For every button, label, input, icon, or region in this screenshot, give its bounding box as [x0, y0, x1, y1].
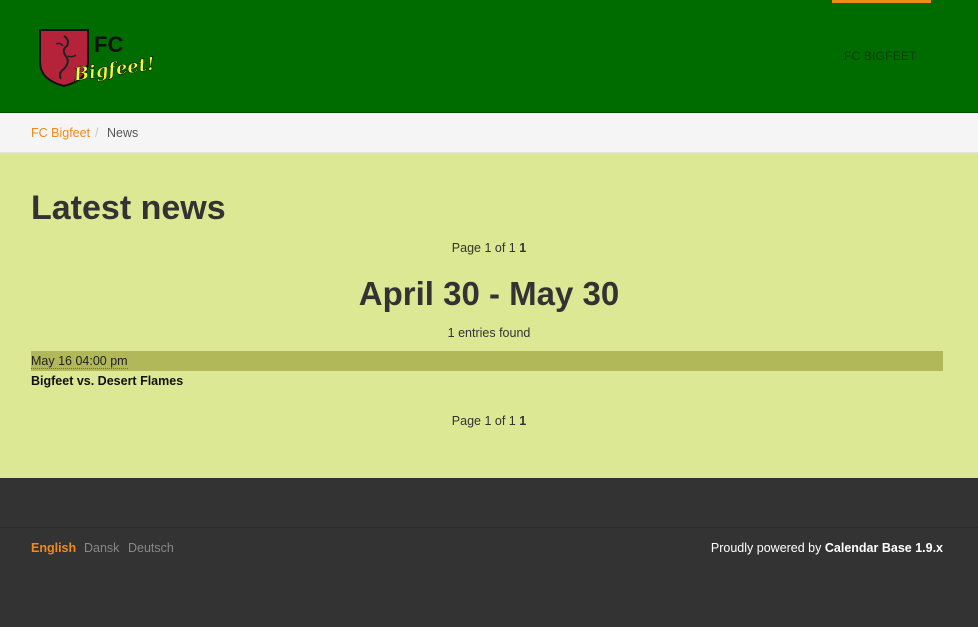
breadcrumb-separator: /	[95, 126, 99, 140]
event-title-link[interactable]: Bigfeet vs. Desert Flames	[31, 374, 183, 388]
language-english[interactable]: English	[31, 541, 76, 555]
language-deutsch[interactable]: Deutsch	[128, 541, 174, 555]
main-content: Latest news Page 1 of 1 1 April 30 - May…	[0, 153, 978, 478]
pager-page-link[interactable]: 1	[519, 241, 526, 255]
event-date: May 16 04:00 pm	[31, 354, 128, 369]
pager-text: Page 1 of 1	[451, 241, 516, 255]
event-date-row: May 16 04:00 pm	[31, 351, 943, 371]
date-range-title: April 30 - May 30	[358, 275, 620, 312]
club-logo[interactable]: FC Bigfeet!	[38, 28, 158, 88]
pager-text: Page 1 of 1	[451, 414, 516, 428]
pager-bottom: Page 1 of 1 1	[0, 414, 978, 428]
entries-label: entries found	[458, 326, 531, 340]
language-dansk[interactable]: Dansk	[84, 541, 119, 555]
breadcrumb-home-link[interactable]: FC Bigfeet	[31, 126, 90, 140]
footer-divider	[0, 527, 978, 528]
site-header: FC Bigfeet! FC BIGFEET	[0, 0, 978, 113]
breadcrumb-current: News	[107, 126, 139, 140]
breadcrumb: FC Bigfeet / News	[0, 113, 978, 153]
pager-top: Page 1 of 1 1	[0, 241, 978, 255]
powered-brand-link[interactable]: Calendar Base 1.9.x	[825, 541, 943, 555]
svg-text:FC: FC	[94, 32, 123, 57]
nav-active-indicator	[832, 0, 931, 3]
pager-page-link[interactable]: 1	[519, 414, 526, 428]
powered-prefix: Proudly powered by	[710, 541, 822, 555]
nav-fc-bigfeet[interactable]: FC BIGFEET	[844, 49, 917, 63]
page-title: Latest news	[31, 189, 226, 227]
entries-found: 1 entries found	[0, 326, 978, 340]
powered-by: Proudly powered by Calendar Base 1.9.x	[711, 541, 943, 555]
entries-count: 1	[447, 326, 455, 340]
